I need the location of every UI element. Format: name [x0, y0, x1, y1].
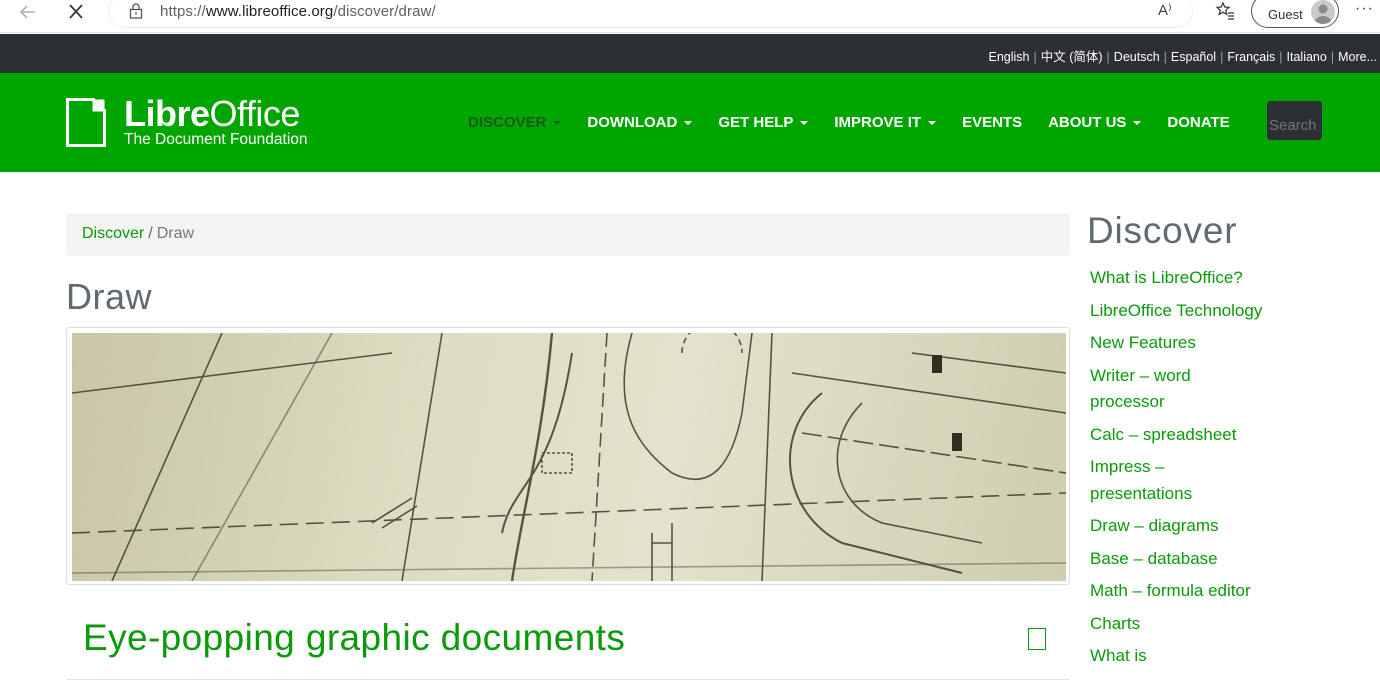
sidebar-item-draw[interactable]: Draw – diagrams — [1090, 513, 1270, 540]
url-prefix: https:// — [160, 3, 206, 20]
logo-wordmark: LibreOffice — [124, 93, 300, 134]
sidebar-item-charts[interactable]: Charts — [1090, 611, 1270, 638]
breadcrumb-current: Draw — [156, 225, 195, 242]
primary-menu: DISCOVER DOWNLOAD GET HELP IMPROVE IT EV… — [468, 114, 1256, 131]
profile-label: Guest — [1268, 6, 1303, 22]
breadcrumb: Discover / Draw — [66, 213, 1070, 256]
back-arrow-icon[interactable] — [14, 0, 42, 24]
sidebar-item-impress[interactable]: Impress – presentations — [1090, 454, 1270, 507]
language-link[interactable]: Español — [1171, 50, 1216, 64]
sidebar-item-base[interactable]: Base – database — [1090, 546, 1270, 573]
menu-item-donate[interactable]: DONATE — [1167, 114, 1229, 131]
breadcrumb-link-discover[interactable]: Discover — [82, 225, 144, 242]
section-divider — [66, 679, 1070, 680]
language-more-link[interactable]: More... — [1338, 50, 1377, 64]
sidebar-item-libreoffice-technology[interactable]: LibreOffice Technology — [1090, 298, 1270, 325]
menu-item-discover[interactable]: DISCOVER — [468, 114, 562, 131]
caret-down-icon — [1133, 120, 1142, 125]
avatar-icon — [1311, 0, 1335, 24]
browser-toolbar: https://www.libreoffice.org/discover/dra… — [0, 0, 1380, 33]
menu-item-about-us[interactable]: ABOUT US — [1048, 114, 1142, 131]
language-list: English | 中文 (简体) | Deutsch | Español | Français… — [988, 50, 1377, 64]
menu-item-download[interactable]: DOWNLOAD — [587, 114, 693, 131]
url-path: /discover/draw/ — [333, 3, 436, 20]
url-text[interactable]: https://www.libreoffice.org/discover/dra… — [160, 3, 436, 20]
caret-down-icon — [928, 120, 937, 125]
sidebar-menu: What is LibreOffice? LibreOffice Technol… — [1090, 265, 1270, 676]
sidebar-item-calc[interactable]: Calc – spreadsheet — [1090, 422, 1270, 449]
favorites-icon[interactable] — [1215, 1, 1235, 21]
language-link[interactable]: 中文 (简体) — [1041, 50, 1103, 64]
section-heading: Eye-popping graphic documents — [83, 617, 626, 658]
read-aloud-icon[interactable]: A⁾ — [1158, 1, 1172, 19]
search-input[interactable] — [1267, 101, 1322, 140]
stop-loading-icon[interactable] — [62, 0, 90, 24]
menu-item-events[interactable]: EVENTS — [962, 114, 1022, 131]
hero-image-frame — [66, 327, 1070, 585]
technical-drawing-image — [72, 333, 1066, 581]
main-navigation: LibreOffice The Document Foundation DISC… — [0, 73, 1380, 172]
lock-icon[interactable] — [128, 2, 144, 20]
page-title: Draw — [66, 276, 153, 317]
logo-subtitle: The Document Foundation — [124, 131, 308, 148]
caret-down-icon — [800, 120, 809, 125]
sidebar-item-what-is[interactable]: What is — [1090, 643, 1270, 670]
sidebar-title: Discover — [1087, 210, 1238, 251]
language-link[interactable]: Italiano — [1287, 50, 1327, 64]
menu-item-get-help[interactable]: GET HELP — [718, 114, 809, 131]
language-link[interactable]: Deutsch — [1114, 50, 1160, 64]
caret-down-icon — [684, 120, 693, 125]
sidebar-item-new-features[interactable]: New Features — [1090, 330, 1270, 357]
caret-down-icon — [553, 120, 562, 125]
document-logo-icon — [66, 98, 106, 147]
language-link[interactable]: Français — [1227, 50, 1275, 64]
language-link[interactable]: English — [988, 50, 1029, 64]
expand-square-icon[interactable] — [1028, 628, 1046, 650]
more-options-icon[interactable]: ··· — [1355, 0, 1374, 18]
libreoffice-logo[interactable]: LibreOffice The Document Foundation — [66, 93, 326, 150]
url-domain: www.libreoffice.org — [205, 3, 334, 20]
sidebar-item-writer[interactable]: Writer – word processor — [1090, 363, 1270, 416]
sidebar-item-math[interactable]: Math – formula editor — [1090, 578, 1270, 605]
menu-item-improve-it[interactable]: IMPROVE IT — [834, 114, 937, 131]
language-bar: English | 中文 (简体) | Deutsch | Español | Français… — [0, 34, 1380, 73]
breadcrumb-separator: / — [148, 225, 153, 242]
sidebar-item-what-is-libreoffice[interactable]: What is LibreOffice? — [1090, 265, 1270, 292]
